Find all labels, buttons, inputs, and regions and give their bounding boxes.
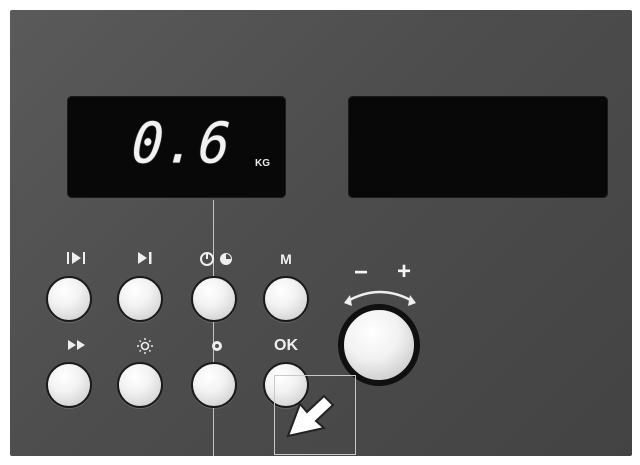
pointer-arrow-icon <box>286 394 335 438</box>
ok-label: OK <box>274 337 298 354</box>
setting-icon <box>194 337 240 355</box>
weight-unit: KG <box>255 158 270 169</box>
secondary-display <box>348 96 608 198</box>
memory-label: M <box>280 251 292 267</box>
timer-button[interactable] <box>191 276 237 322</box>
setting-button[interactable] <box>191 362 237 408</box>
fast-forward-button[interactable] <box>46 362 92 408</box>
start-pause-icon <box>122 250 168 268</box>
fast-forward-icon-svg <box>68 340 85 350</box>
guide-line <box>213 200 214 456</box>
screenshot-frame: 0.6 KG M OK − + <box>0 0 640 465</box>
weight-display: 0.6 KG <box>67 96 286 198</box>
light-icon <box>122 337 168 355</box>
skip-program-icon <box>54 250 100 268</box>
setting-icon-svg <box>212 341 222 351</box>
adjustment-knob[interactable] <box>338 304 420 386</box>
skip-program-button[interactable] <box>46 276 92 322</box>
start-pause-icon-svg <box>138 252 152 264</box>
light-icon-svg <box>137 338 153 354</box>
timer-icon-svg <box>200 252 232 266</box>
control-panel: 0.6 KG M OK − + <box>10 10 632 456</box>
skip-program-icon-svg <box>67 252 85 264</box>
timer-icon <box>194 250 240 268</box>
light-button[interactable] <box>117 362 163 408</box>
fast-forward-icon <box>54 337 100 355</box>
weight-value: 0.6 <box>129 111 235 177</box>
start-pause-button[interactable] <box>117 276 163 322</box>
memory-button[interactable] <box>263 276 309 322</box>
